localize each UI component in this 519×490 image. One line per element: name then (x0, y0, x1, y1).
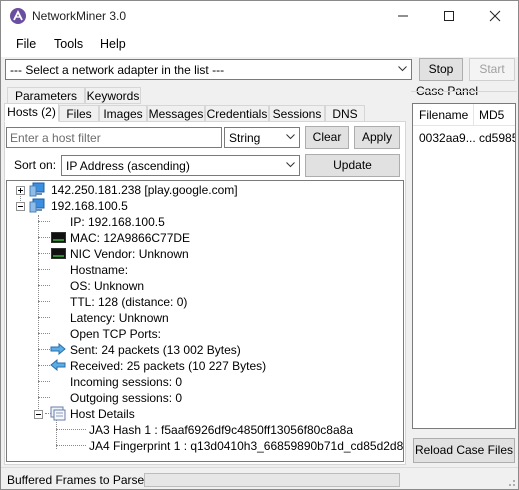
tab-dns[interactable]: DNS (325, 105, 365, 122)
column-header-filename[interactable]: Filename (419, 108, 468, 122)
window-title: NetworkMiner 3.0 (32, 9, 127, 23)
column-header-md5[interactable]: MD5 (479, 108, 504, 122)
case-file-md5: cd5985 (479, 131, 516, 145)
tree-node-ttl[interactable]: TTL: 128 (distance: 0) (70, 294, 187, 310)
computer-icon (29, 198, 45, 213)
stop-button[interactable]: Stop (419, 58, 463, 81)
tab-credentials[interactable]: Credentials (205, 105, 269, 122)
menu-help[interactable]: Help (100, 37, 126, 51)
reload-case-files-button[interactable]: Reload Case Files (413, 438, 515, 463)
network-card-icon (51, 248, 66, 259)
filter-type-select[interactable]: String (224, 127, 300, 148)
arrow-right-icon (50, 343, 66, 355)
tab-parameters[interactable]: Parameters (7) (7, 87, 85, 119)
chevron-down-icon (398, 66, 407, 72)
minimize-button[interactable] (380, 1, 426, 31)
networkminer-window: NetworkMiner 3.0 File Tools Help --- Sel… (0, 0, 519, 490)
case-files-list[interactable]: Filename MD5 0032aa9... cd5985 (412, 103, 516, 429)
minimize-icon (398, 15, 408, 17)
host-details-icon (50, 406, 66, 421)
sort-order-value: IP Address (ascending) (66, 159, 190, 173)
network-adapter-select[interactable]: --- Select a network adapter in the list… (5, 59, 412, 80)
tree-node-os[interactable]: OS: Unknown (70, 278, 144, 294)
sort-on-label: Sort on: (14, 158, 57, 172)
arrow-left-icon (50, 359, 66, 371)
resize-grip-icon[interactable] (506, 477, 516, 487)
collapse-host-details-toggle[interactable] (34, 410, 43, 419)
menu-bar: File Tools Help (1, 31, 518, 57)
tree-node-host1[interactable]: 142.250.181.238 [play.google.com] (51, 182, 238, 198)
tree-node-ja3-hash[interactable]: JA3 Hash 1 : f5aaf6926df9c4850ff13056f80… (89, 422, 353, 438)
computer-icon (29, 182, 45, 197)
case-file-filename: 0032aa9... (419, 131, 476, 145)
network-card-icon (51, 232, 66, 243)
collapse-host2-toggle[interactable] (16, 202, 25, 211)
close-icon (489, 10, 501, 22)
tab-hosts[interactable]: Hosts (2) (4, 103, 59, 122)
start-button[interactable]: Start (469, 58, 515, 81)
tree-node-host-details[interactable]: Host Details (70, 406, 135, 422)
close-button[interactable] (472, 1, 518, 31)
tab-sessions[interactable]: Sessions (269, 105, 325, 122)
buffered-frames-label: Buffered Frames to Parse: (7, 473, 148, 487)
tree-node-received[interactable]: Received: 25 packets (10 227 Bytes) (70, 358, 266, 374)
status-bar: Buffered Frames to Parse: (1, 467, 518, 489)
menu-tools[interactable]: Tools (54, 37, 83, 51)
tree-node-hostname[interactable]: Hostname: (70, 262, 128, 278)
clear-button[interactable]: Clear (305, 126, 349, 149)
network-adapter-value: --- Select a network adapter in the list… (10, 63, 225, 77)
hosts-tree[interactable]: 142.250.181.238 [play.google.com] 192.16… (6, 180, 404, 462)
chevron-down-icon (286, 134, 295, 140)
tab-keywords[interactable]: Keywords (85, 87, 141, 104)
update-button[interactable]: Update (305, 154, 400, 177)
tree-node-incoming-sessions[interactable]: Incoming sessions: 0 (70, 374, 182, 390)
tab-files[interactable]: Files (59, 105, 99, 122)
menu-file[interactable]: File (16, 37, 36, 51)
maximize-button[interactable] (426, 1, 472, 31)
tree-node-sent[interactable]: Sent: 24 packets (13 002 Bytes) (70, 342, 241, 358)
tree-node-host2[interactable]: 192.168.100.5 (51, 198, 128, 214)
maximize-icon (444, 11, 454, 21)
list-item[interactable]: 0032aa9... cd5985 (413, 129, 516, 147)
tree-node-ip[interactable]: IP: 192.168.100.5 (70, 214, 165, 230)
tree-node-mac[interactable]: MAC: 12A9866C77DE (70, 230, 190, 246)
chevron-down-icon (286, 162, 295, 168)
networkminer-logo-icon (10, 8, 26, 24)
case-files-header: Filename MD5 (413, 104, 515, 126)
expand-host1-toggle[interactable] (16, 186, 25, 195)
sort-order-select[interactable]: IP Address (ascending) (61, 155, 300, 176)
tree-node-latency[interactable]: Latency: Unknown (70, 310, 169, 326)
tree-node-ja4-fingerprint[interactable]: JA4 Fingerprint 1 : q13d0410h3_66859890b… (89, 438, 403, 454)
tab-messages[interactable]: Messages (147, 105, 205, 122)
apply-button[interactable]: Apply (354, 126, 400, 149)
filter-type-value: String (229, 131, 261, 145)
case-panel: Case Panel Filename MD5 0032aa9... cd598… (411, 84, 517, 465)
title-bar: NetworkMiner 3.0 (1, 1, 518, 31)
host-filter-input[interactable]: Enter a host filter (6, 127, 222, 148)
tree-node-outgoing-sessions[interactable]: Outgoing sessions: 0 (70, 390, 182, 406)
tree-node-open-tcp-ports[interactable]: Open TCP Ports: (70, 326, 161, 342)
tab-images[interactable]: Images (99, 105, 147, 122)
host-filter-placeholder: Enter a host filter (10, 131, 101, 145)
tree-node-nic-vendor[interactable]: NIC Vendor: Unknown (70, 246, 189, 262)
buffered-frames-progress (144, 473, 400, 487)
